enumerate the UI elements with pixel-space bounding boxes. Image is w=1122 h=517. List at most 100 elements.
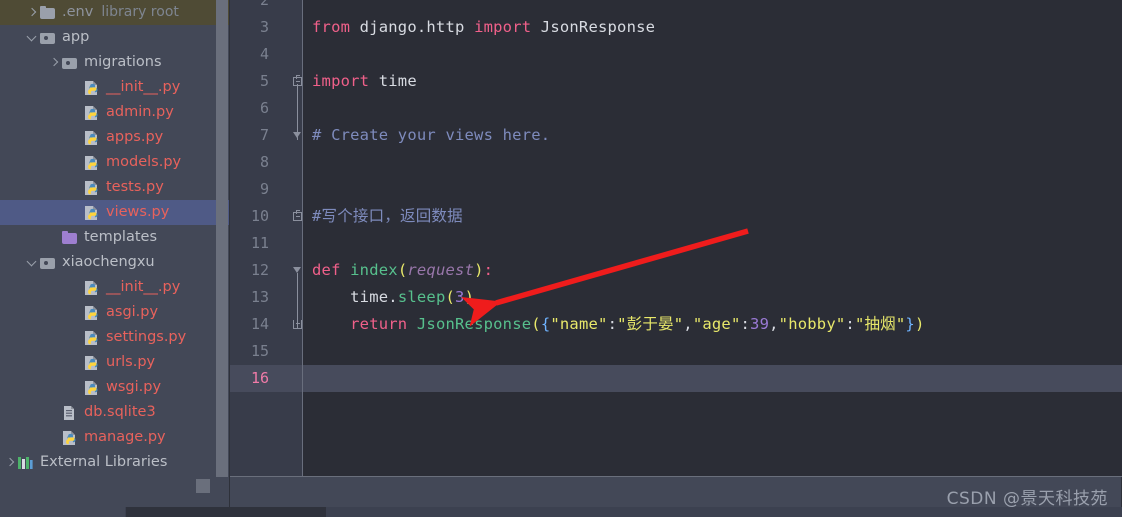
line-number[interactable]: 5	[260, 68, 269, 95]
gutter-separator	[302, 0, 303, 476]
tree-item-label: templates	[84, 229, 158, 245]
folder-grey-icon	[39, 5, 57, 21]
code-line[interactable]: def index(request):	[312, 257, 493, 284]
tree-item-admin-py[interactable]: admin.py	[0, 100, 230, 125]
python-file-icon	[61, 430, 79, 446]
tree-item-tests-py[interactable]: tests.py	[0, 175, 230, 200]
fold-collapse-marker[interactable]	[293, 132, 302, 138]
python-file-icon	[83, 355, 101, 371]
chevron-placeholder	[48, 431, 61, 444]
tree-item-label: .env	[62, 4, 94, 20]
tree-item-label: models.py	[106, 154, 182, 170]
tree-item-migrations[interactable]: migrations	[0, 50, 230, 75]
line-number[interactable]: 6	[260, 95, 269, 122]
tree-item-models-py[interactable]: models.py	[0, 150, 230, 175]
tree-item-label: apps.py	[106, 129, 164, 145]
code-line[interactable]: from django.http import JsonResponse	[312, 14, 655, 41]
chevron-down-icon[interactable]	[26, 31, 39, 44]
tree-item-urls-py[interactable]: urls.py	[0, 350, 230, 375]
tree-item-xiaochengxu[interactable]: xiaochengxu	[0, 250, 230, 275]
project-tree-panel[interactable]: .env library root app migrations __init__.py…	[0, 0, 230, 495]
sidebar-vertical-scrollbar[interactable]	[216, 0, 228, 480]
tree-item-manage-py[interactable]: manage.py	[0, 425, 230, 450]
folder-module-icon	[39, 30, 57, 46]
folder-purple-icon	[61, 230, 79, 246]
chevron-placeholder	[70, 356, 83, 369]
line-number[interactable]: 3	[260, 14, 269, 41]
tree-item-label: db.sqlite3	[84, 404, 156, 420]
tree-item-label: xiaochengxu	[62, 254, 155, 270]
tree-item-settings-py[interactable]: settings.py	[0, 325, 230, 350]
tree-item-views-py[interactable]: views.py	[0, 200, 230, 225]
tool-window-tab-terminal[interactable]	[126, 507, 326, 517]
code-line[interactable]: #写个接口，返回数据	[312, 203, 463, 230]
line-number[interactable]: 10	[251, 203, 269, 230]
chevron-placeholder	[70, 181, 83, 194]
line-number[interactable]: 8	[260, 149, 269, 176]
line-number[interactable]: 4	[260, 41, 269, 68]
chevron-placeholder	[70, 331, 83, 344]
line-number[interactable]: 9	[260, 176, 269, 203]
tree-item-templates[interactable]: templates	[0, 225, 230, 250]
tree-item-label: views.py	[106, 204, 170, 220]
tree-item-label: __init__.py	[106, 79, 181, 95]
tree-item-db-sqlite3[interactable]: db.sqlite3	[0, 400, 230, 425]
tree-item-app[interactable]: app	[0, 25, 230, 50]
chevron-placeholder	[48, 406, 61, 419]
chevron-placeholder	[70, 106, 83, 119]
code-line[interactable]: # Create your views here.	[312, 122, 550, 149]
bottom-panel-divider-left	[229, 477, 230, 507]
chevron-down-icon[interactable]	[26, 256, 39, 269]
chevron-placeholder	[70, 306, 83, 319]
chevron-placeholder	[70, 281, 83, 294]
tree-item-label: External Libraries	[40, 454, 168, 470]
tree-item-label: migrations	[84, 54, 162, 70]
tree-item-label: __init__.py	[106, 279, 181, 295]
line-number[interactable]: 7	[260, 122, 269, 149]
sidebar-scroll-thumb-corner[interactable]	[196, 479, 210, 493]
folder-module-icon	[61, 55, 79, 71]
project-tree[interactable]: .env library root app migrations __init__.py…	[0, 0, 230, 495]
python-file-icon	[83, 80, 101, 96]
chevron-right-icon[interactable]	[48, 56, 61, 69]
tree-item-label: manage.py	[84, 429, 166, 445]
code-line[interactable]: return JsonResponse({"name":"彭于晏","age":…	[312, 311, 925, 338]
tree-item-label: settings.py	[106, 329, 187, 345]
python-file-icon	[83, 105, 101, 121]
chevron-placeholder	[70, 81, 83, 94]
chevron-right-icon[interactable]	[4, 456, 17, 469]
tool-window-tab-run[interactable]	[0, 507, 125, 517]
tree-item-init-py[interactable]: __init__.py	[0, 275, 230, 300]
code-editor[interactable]: 2 3 4 5 6 7 8 9 10 11 12 13 14 15 16 from django.http …	[230, 0, 1122, 476]
tree-item-label: tests.py	[106, 179, 164, 195]
python-file-icon	[83, 280, 101, 296]
line-number[interactable]: 13	[251, 284, 269, 311]
code-line[interactable]: time.sleep(3)	[312, 284, 474, 311]
tree-item-wsgi-py[interactable]: wsgi.py	[0, 375, 230, 400]
current-line-highlight	[303, 365, 1122, 392]
tree-item-asgi-py[interactable]: asgi.py	[0, 300, 230, 325]
chevron-placeholder	[70, 156, 83, 169]
tree-item-label: urls.py	[106, 354, 156, 370]
watermark-text: CSDN @景天科技苑	[946, 489, 1108, 509]
tree-item-init-py[interactable]: __init__.py	[0, 75, 230, 100]
tree-item-label: app	[62, 29, 90, 45]
python-file-icon	[83, 305, 101, 321]
chevron-right-icon[interactable]	[26, 6, 39, 19]
line-number[interactable]: 2	[260, 0, 269, 14]
code-line[interactable]: import time	[312, 68, 417, 95]
chevron-placeholder	[70, 131, 83, 144]
line-number[interactable]: 12	[251, 257, 269, 284]
line-number[interactable]: 16	[251, 365, 269, 392]
chevron-placeholder	[48, 231, 61, 244]
tree-item-label: asgi.py	[106, 304, 159, 320]
folder-module-icon	[39, 255, 57, 271]
python-file-icon	[83, 205, 101, 221]
line-number[interactable]: 14	[251, 311, 269, 338]
line-number[interactable]: 15	[251, 338, 269, 365]
tree-item-external-libraries[interactable]: External Libraries	[0, 450, 230, 475]
editor-gutter[interactable]: 2 3 4 5 6 7 8 9 10 11 12 13 14 15 16	[230, 0, 302, 476]
tree-item-env[interactable]: .env library root	[0, 0, 230, 25]
tree-item-apps-py[interactable]: apps.py	[0, 125, 230, 150]
line-number[interactable]: 11	[251, 230, 269, 257]
